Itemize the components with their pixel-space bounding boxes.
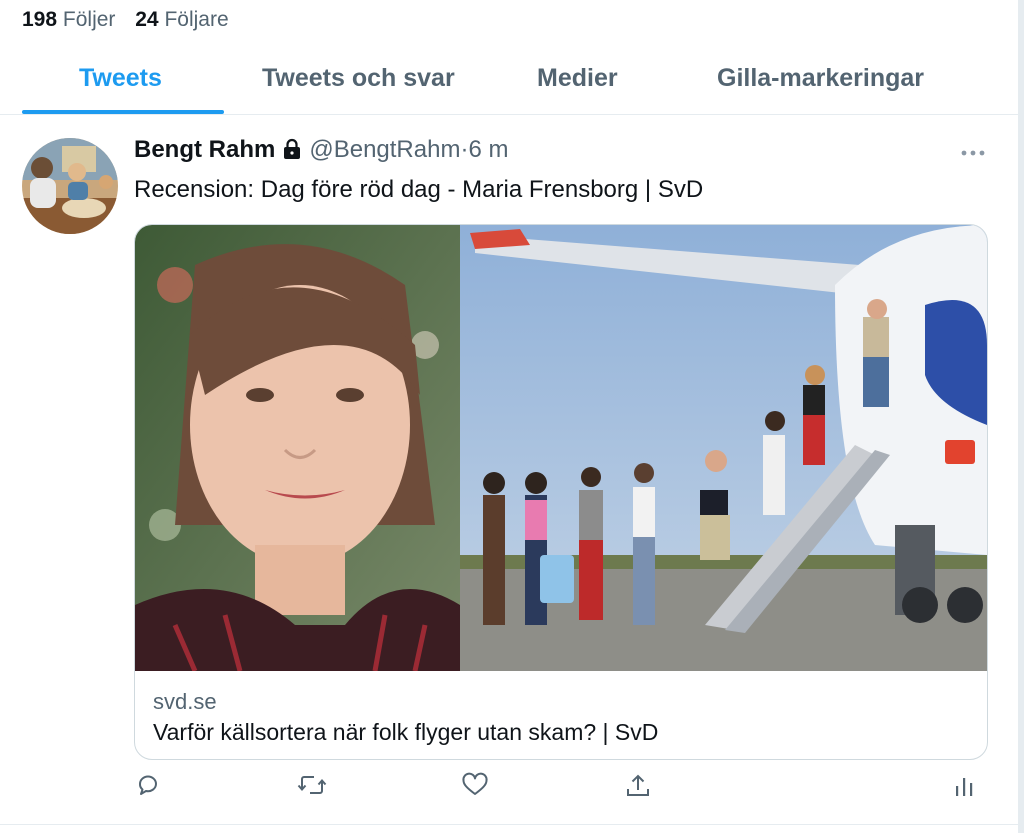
link-card[interactable]: svd.se Varför källsortera när folk flyge… — [134, 224, 988, 760]
followers-label: Följare — [164, 8, 229, 31]
share-icon[interactable] — [624, 772, 652, 805]
avatar[interactable] — [22, 138, 118, 234]
analytics-icon[interactable] — [953, 772, 975, 805]
lock-icon — [281, 138, 303, 167]
following-link[interactable]: 198 Följer — [22, 8, 135, 31]
scroll-edge — [1018, 0, 1024, 833]
active-tab-indicator — [22, 110, 224, 114]
tab-tweets-and-replies[interactable]: Tweets och svar — [262, 64, 455, 93]
tweet-actions — [0, 772, 1018, 812]
follow-stats: 198 Följer 24 Följare — [22, 8, 243, 32]
retweet-icon[interactable] — [297, 772, 327, 803]
tweet-text: Recension: Dag före röd dag - Maria Fren… — [134, 176, 704, 203]
following-count: 198 — [22, 8, 58, 31]
tweet-time[interactable]: 6 m — [468, 136, 508, 163]
profile-tabs: Tweets Tweets och svar Medier Gilla-mark… — [0, 56, 1018, 115]
tab-tweets[interactable]: Tweets — [79, 64, 162, 93]
followers-link[interactable]: 24 Följare — [135, 8, 242, 31]
tweet-divider — [0, 824, 1018, 825]
tab-likes[interactable]: Gilla-markeringar — [717, 64, 924, 93]
author-handle[interactable]: @BengtRahm — [309, 136, 460, 163]
reply-icon[interactable] — [135, 772, 161, 803]
like-icon[interactable] — [461, 772, 489, 803]
more-options-icon[interactable] — [961, 138, 985, 164]
author-name[interactable]: Bengt Rahm — [134, 136, 275, 163]
link-card-title: Varför källsortera när folk flyger utan … — [153, 719, 659, 745]
following-label: Följer — [62, 8, 116, 31]
link-card-image — [135, 225, 987, 672]
followers-count: 24 — [135, 8, 159, 31]
tweet-header: Bengt Rahm @BengtRahm·6 m — [134, 136, 508, 167]
link-card-domain: svd.se — [153, 689, 217, 714]
profile-timeline: 198 Följer 24 Följare Tweets Tweets och … — [0, 0, 1018, 833]
tab-media[interactable]: Medier — [537, 64, 618, 93]
